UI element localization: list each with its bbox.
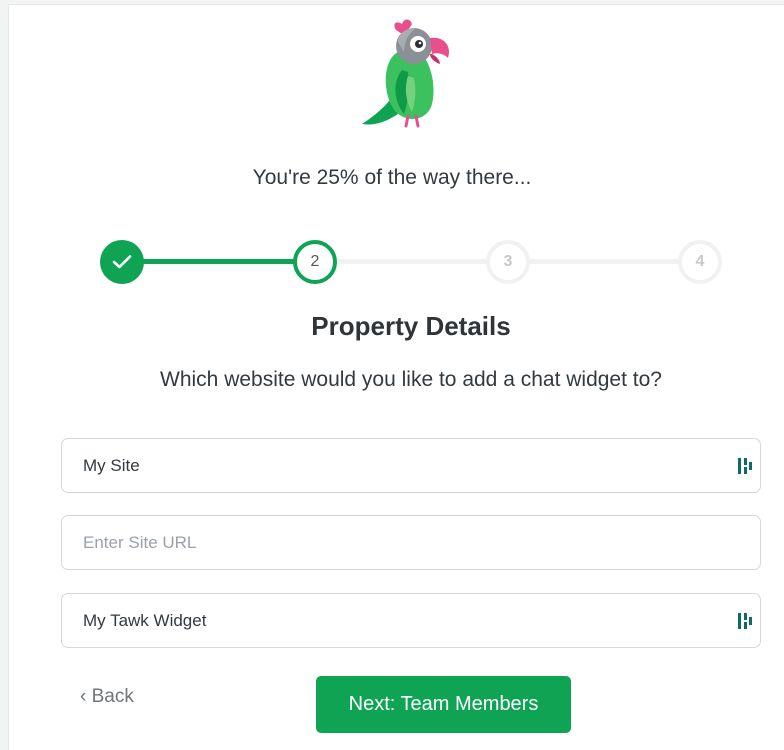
password-manager-icon[interactable]	[736, 610, 754, 632]
site-name-input[interactable]	[83, 439, 703, 492]
site-url-input[interactable]	[83, 516, 703, 569]
step-line-complete	[140, 259, 300, 264]
site-url-field	[61, 515, 761, 570]
widget-name-input[interactable]	[83, 594, 703, 647]
widget-name-field	[61, 593, 761, 648]
progress-text: You're 25% of the way there...	[252, 166, 532, 189]
step-2: 2	[293, 240, 337, 284]
password-manager-icon[interactable]	[736, 455, 754, 477]
section-title: Property Details	[311, 311, 511, 341]
checkmark-icon	[112, 255, 132, 269]
step-4: 4	[678, 240, 722, 284]
back-label: Back	[91, 686, 134, 707]
step-4-label: 4	[695, 253, 705, 270]
progress-stepper: 2 3 4	[100, 240, 722, 284]
step-2-label: 2	[310, 253, 320, 270]
next-team-members-button[interactable]: Next: Team Members	[316, 676, 571, 733]
site-name-field	[61, 438, 761, 493]
section-subtitle: Which website would you like to add a ch…	[160, 368, 662, 391]
step-3-label: 3	[503, 253, 513, 270]
back-button[interactable]: ‹ Back	[80, 686, 134, 708]
step-1	[100, 240, 144, 284]
chevron-left-icon: ‹	[80, 686, 87, 707]
parrot-mascot-icon	[362, 19, 450, 128]
step-3: 3	[486, 240, 530, 284]
